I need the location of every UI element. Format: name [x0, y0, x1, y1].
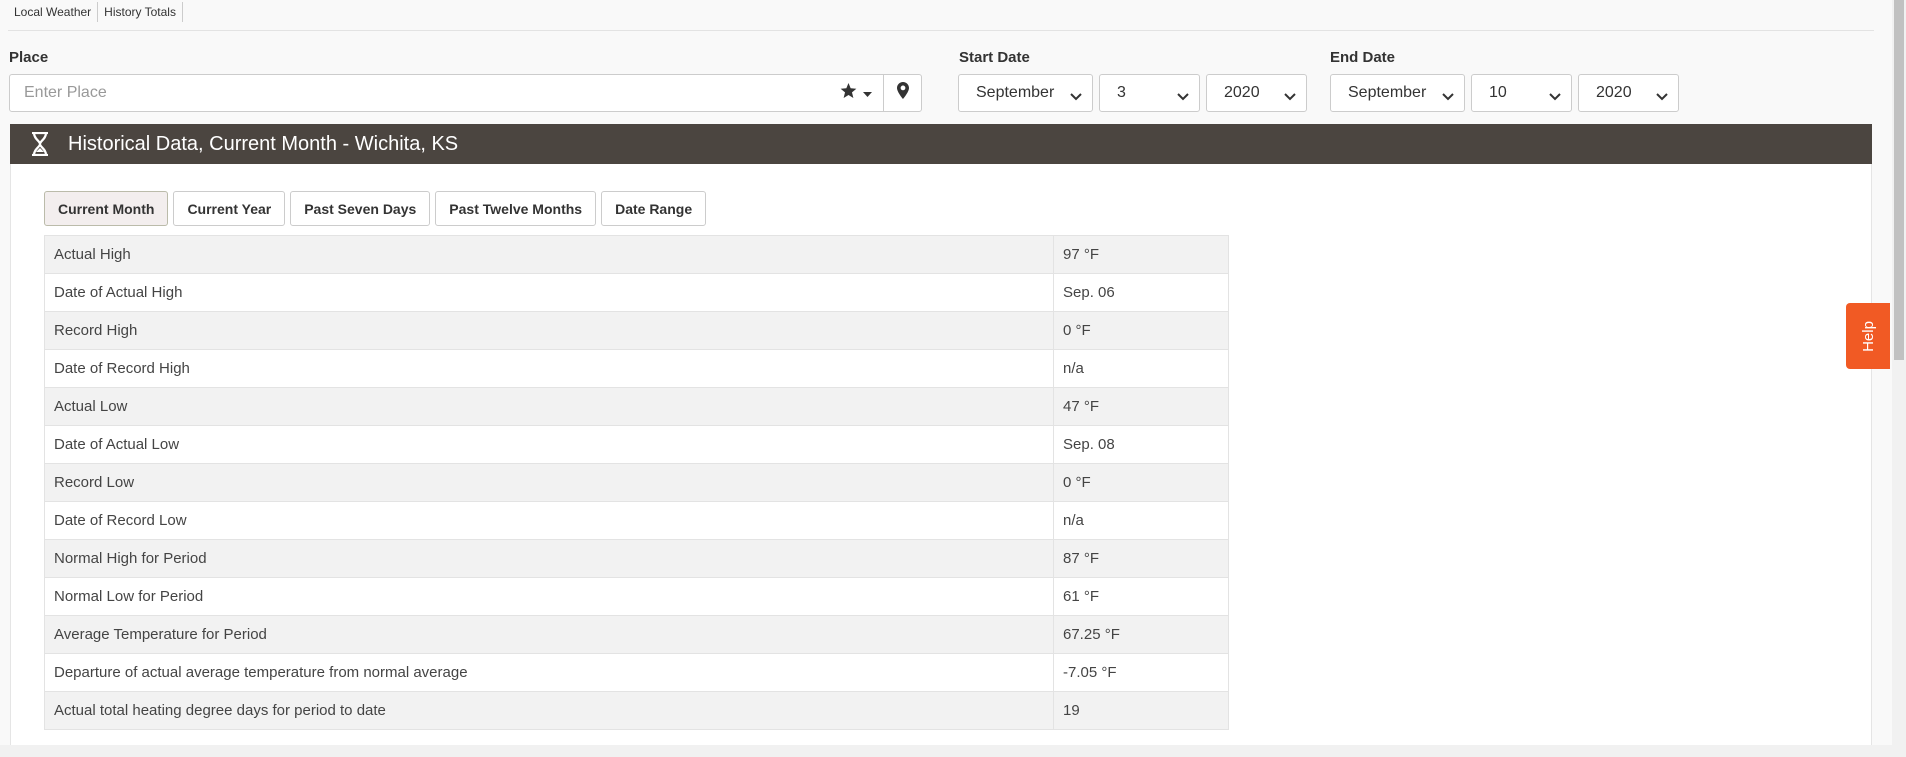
- current-location-button[interactable]: [884, 75, 922, 111]
- local-weather-link[interactable]: Local Weather: [8, 2, 99, 22]
- row-label: Date of Actual Low: [44, 425, 1054, 464]
- row-label: Date of Actual High: [44, 273, 1054, 312]
- row-value: n/a: [1053, 349, 1229, 388]
- row-label: Date of Record High: [44, 349, 1054, 388]
- row-value: 67.25 °F: [1053, 615, 1229, 654]
- row-value: 97 °F: [1053, 235, 1229, 274]
- row-label: Actual Low: [44, 387, 1054, 426]
- tab-date-range[interactable]: Date Range: [601, 191, 707, 226]
- caret-down-icon: [862, 84, 872, 102]
- table-row: Date of Actual High Sep. 06: [44, 273, 1229, 312]
- chevron-down-icon: [1070, 88, 1082, 106]
- chevron-down-icon: [1656, 88, 1668, 106]
- start-day-value: 3: [1117, 84, 1126, 101]
- chevron-down-icon: [1177, 88, 1189, 106]
- tab-past-seven-days[interactable]: Past Seven Days: [290, 191, 431, 226]
- tab-past-twelve-months[interactable]: Past Twelve Months: [435, 191, 597, 226]
- row-label: Record Low: [44, 463, 1054, 502]
- table-row: Date of Actual Low Sep. 08: [44, 425, 1229, 464]
- chevron-down-icon: [1284, 88, 1296, 106]
- row-value: Sep. 08: [1053, 425, 1229, 464]
- table-row: Normal High for Period 87 °F: [44, 539, 1229, 578]
- tab-current-year[interactable]: Current Year: [173, 191, 286, 226]
- chevron-down-icon: [1442, 88, 1454, 106]
- row-label: Normal High for Period: [44, 539, 1054, 578]
- row-label: Record High: [44, 311, 1054, 350]
- end-day-select[interactable]: 10: [1471, 74, 1572, 112]
- row-value: n/a: [1053, 501, 1229, 540]
- table-row: Actual Low 47 °F: [44, 387, 1229, 426]
- start-date-label: Start Date: [959, 49, 1030, 66]
- row-label: Departure of actual average temperature …: [44, 653, 1054, 692]
- end-date-label: End Date: [1330, 49, 1396, 66]
- history-table: Actual High 97 °F Date of Actual High Sep.…: [44, 235, 1229, 730]
- scrollbar-thumb[interactable]: [1894, 0, 1904, 360]
- period-tabs: Current Month Current Year Past Seven Da…: [44, 191, 707, 226]
- start-year-value: 2020: [1224, 84, 1260, 101]
- help-button[interactable]: Help: [1846, 303, 1890, 369]
- table-row: Departure of actual average temperature …: [44, 653, 1229, 692]
- table-row: Actual High 97 °F: [44, 235, 1229, 274]
- chevron-down-icon: [1549, 88, 1561, 106]
- horizontal-scrollbar[interactable]: [0, 745, 1892, 757]
- row-label: Date of Record Low: [44, 501, 1054, 540]
- end-month-value: September: [1348, 84, 1427, 101]
- end-month-select[interactable]: September: [1330, 74, 1465, 112]
- row-label: Normal Low for Period: [44, 577, 1054, 616]
- row-value: -7.05 °F: [1053, 653, 1229, 692]
- row-label: Average Temperature for Period: [44, 615, 1054, 654]
- top-divider: [8, 30, 1874, 31]
- panel-header: Historical Data, Current Month - Wichita…: [10, 124, 1872, 164]
- row-label: Actual High: [44, 235, 1054, 274]
- row-value: 0 °F: [1053, 463, 1229, 502]
- end-day-value: 10: [1489, 84, 1507, 101]
- row-value: 47 °F: [1053, 387, 1229, 426]
- end-year-value: 2020: [1596, 84, 1632, 101]
- row-value: 19: [1053, 691, 1229, 730]
- star-icon: [840, 82, 857, 104]
- history-totals-link[interactable]: History Totals: [98, 2, 183, 22]
- table-row: Record Low 0 °F: [44, 463, 1229, 502]
- row-label: Actual total heating degree days for per…: [44, 691, 1054, 730]
- start-year-select[interactable]: 2020: [1206, 74, 1307, 112]
- row-value: Sep. 06: [1053, 273, 1229, 312]
- place-label: Place: [9, 49, 49, 66]
- row-value: 0 °F: [1053, 311, 1229, 350]
- vertical-scrollbar[interactable]: [1892, 0, 1906, 757]
- table-row: Actual total heating degree days for per…: [44, 691, 1229, 730]
- row-value: 61 °F: [1053, 577, 1229, 616]
- tab-current-month[interactable]: Current Month: [44, 191, 169, 226]
- table-row: Date of Record Low n/a: [44, 501, 1229, 540]
- favorites-dropdown-button[interactable]: [828, 75, 883, 111]
- end-year-select[interactable]: 2020: [1578, 74, 1679, 112]
- table-row: Normal Low for Period 61 °F: [44, 577, 1229, 616]
- row-value: 87 °F: [1053, 539, 1229, 578]
- top-nav: Local Weather History Totals: [8, 2, 183, 22]
- start-month-select[interactable]: September: [958, 74, 1093, 112]
- start-day-select[interactable]: 3: [1099, 74, 1200, 112]
- place-input-group: [9, 74, 922, 112]
- table-row: Record High 0 °F: [44, 311, 1229, 350]
- start-month-value: September: [976, 84, 1055, 101]
- table-row: Average Temperature for Period 67.25 °F: [44, 615, 1229, 654]
- hourglass-icon: [26, 130, 54, 158]
- help-label: Help: [1859, 320, 1877, 352]
- place-input[interactable]: [10, 75, 838, 111]
- table-row: Date of Record High n/a: [44, 349, 1229, 388]
- map-marker-icon: [897, 82, 909, 104]
- panel-title: Historical Data, Current Month - Wichita…: [68, 132, 459, 155]
